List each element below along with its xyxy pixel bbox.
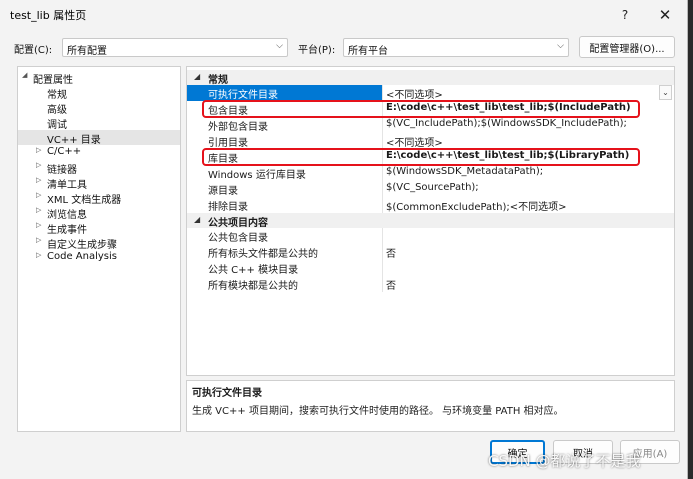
highlight-box-include-dirs xyxy=(202,100,640,118)
chevron-down-icon: ⌵ xyxy=(557,41,564,51)
collapsed-arrow-icon: ▷ xyxy=(36,161,42,169)
configuration-bar: 配置(C): 所有配置 ⌵ 平台(P): 所有平台 ⌵ 配置管理器(O)... xyxy=(0,36,687,58)
property-name: 源目录 xyxy=(187,181,383,197)
tree-item-label: VC++ 目录 xyxy=(47,135,101,146)
tree-item-label: Code Analysis xyxy=(47,251,117,262)
property-value[interactable] xyxy=(383,228,674,244)
highlight-box-library-dirs xyxy=(202,148,640,166)
close-icon[interactable]: ✕ xyxy=(650,3,680,27)
tree-item-config-properties[interactable]: ◢ 配置属性 xyxy=(18,70,180,86)
collapsed-arrow-icon: ▷ xyxy=(36,236,42,244)
config-select[interactable]: 所有配置 ⌵ xyxy=(62,38,288,57)
platform-select[interactable]: 所有平台 ⌵ xyxy=(343,38,569,57)
configuration-manager-button[interactable]: 配置管理器(O)... xyxy=(579,36,675,58)
tree-item-build-events[interactable]: ▷ 生成事件 xyxy=(18,220,180,236)
collapsed-arrow-icon: ▷ xyxy=(36,191,42,199)
property-value[interactable]: $(VC_SourcePath); xyxy=(383,181,674,197)
property-value[interactable]: $(CommonExcludePath);<不同选项> xyxy=(383,197,674,213)
property-name: 外部包含目录 xyxy=(187,117,383,133)
property-value[interactable]: 否 xyxy=(383,276,674,292)
property-value[interactable] xyxy=(383,260,674,276)
tree-item-general[interactable]: 常规 xyxy=(18,85,180,101)
chevron-down-icon: ⌵ xyxy=(276,41,283,51)
tree-item-manifest-tool[interactable]: ▷ 清单工具 xyxy=(18,175,180,191)
property-value[interactable]: <不同选项> xyxy=(383,85,674,101)
property-name: 排除目录 xyxy=(187,197,383,213)
property-name: Windows 运行库目录 xyxy=(187,165,383,181)
tree-item-label: 配置属性 xyxy=(33,75,73,86)
tree-item-c-cpp[interactable]: ▷ C/C++ xyxy=(18,145,180,160)
tree-item-label: C/C++ xyxy=(47,146,82,157)
category-label: 常规 xyxy=(208,75,228,86)
property-pages-dialog: test_lib 属性页 ? ✕ 配置(C): 所有配置 ⌵ 平台(P): 所有… xyxy=(0,0,688,479)
property-value[interactable]: $(VC_IncludePath);$(WindowsSDK_IncludePa… xyxy=(383,117,674,133)
category-general[interactable]: ◢ 常规 xyxy=(187,70,674,86)
property-tree: ◢ 配置属性 常规 高级 调试 VC++ 目录 ▷ C/C++ ▷ 链接器 ▷ … xyxy=(17,66,181,432)
tree-item-label: 清单工具 xyxy=(47,180,87,191)
tree-item-label: 链接器 xyxy=(47,165,77,176)
collapsed-arrow-icon: ▷ xyxy=(36,206,42,214)
property-row-executable-dirs[interactable]: 可执行文件目录 <不同选项> ⌄ xyxy=(187,85,674,101)
collapse-arrow-icon: ◢ xyxy=(194,215,201,224)
tree-item-xml-doc-generator[interactable]: ▷ XML 文档生成器 xyxy=(18,190,180,206)
tree-item-linker[interactable]: ▷ 链接器 xyxy=(18,160,180,176)
property-value[interactable]: $(WindowsSDK_MetadataPath); xyxy=(383,165,674,181)
window-title: test_lib 属性页 xyxy=(10,9,87,22)
collapsed-arrow-icon: ▷ xyxy=(36,221,42,229)
tree-item-custom-build-step[interactable]: ▷ 自定义生成步骤 xyxy=(18,235,180,251)
tree-item-label: 常规 xyxy=(47,90,67,101)
property-row-external-include-dirs[interactable]: 外部包含目录 $(VC_IncludePath);$(WindowsSDK_In… xyxy=(187,117,674,133)
property-value[interactable]: <不同选项> xyxy=(383,133,674,149)
property-row-public-cpp-module-dirs[interactable]: 公共 C++ 模块目录 xyxy=(187,260,674,276)
help-button[interactable]: ? xyxy=(610,3,640,27)
watermark: CSDN @都说了不是我 xyxy=(488,452,641,470)
property-row-all-modules-public[interactable]: 所有模块都是公共的 否 xyxy=(187,276,674,292)
property-row-all-headers-public[interactable]: 所有标头文件都是公共的 否 xyxy=(187,244,674,260)
property-name: 可执行文件目录 xyxy=(187,85,383,101)
property-row-public-include-dirs[interactable]: 公共包含目录 xyxy=(187,228,674,244)
config-select-value: 所有配置 xyxy=(67,46,107,57)
collapsed-arrow-icon: ▷ xyxy=(36,176,42,184)
chevron-down-icon[interactable]: ⌄ xyxy=(659,85,672,100)
platform-label: 平台(P): xyxy=(298,45,336,56)
tree-item-label: 自定义生成步骤 xyxy=(47,240,117,251)
category-label: 公共项目内容 xyxy=(208,218,268,229)
description-text: 生成 VC++ 项目期间，搜索可执行文件时使用的路径。 与环境变量 PATH 相… xyxy=(192,406,564,417)
property-value[interactable]: 否 xyxy=(383,244,674,260)
tree-item-vc-directories[interactable]: VC++ 目录 xyxy=(18,130,180,146)
description-title: 可执行文件目录 xyxy=(192,388,262,399)
property-grid: ◢ 常规 可执行文件目录 <不同选项> ⌄ 包含目录 E:\code\c++\t… xyxy=(186,66,675,376)
property-name: 引用目录 xyxy=(187,133,383,149)
tree-item-label: 生成事件 xyxy=(47,225,87,236)
collapse-arrow-icon: ◢ xyxy=(194,72,201,81)
property-name: 所有模块都是公共的 xyxy=(187,276,383,292)
tree-item-label: XML 文档生成器 xyxy=(47,195,122,206)
tree-item-label: 高级 xyxy=(47,105,67,116)
category-public-project-content[interactable]: ◢ 公共项目内容 xyxy=(187,213,674,229)
property-row-exclude-dirs[interactable]: 排除目录 $(CommonExcludePath);<不同选项> xyxy=(187,197,674,213)
config-label: 配置(C): xyxy=(14,45,53,56)
collapsed-arrow-icon: ▷ xyxy=(36,146,42,154)
tree-item-advanced[interactable]: 高级 xyxy=(18,100,180,116)
expanded-arrow-icon: ◢ xyxy=(22,71,28,79)
description-panel: 可执行文件目录 生成 VC++ 项目期间，搜索可执行文件时使用的路径。 与环境变… xyxy=(186,380,675,432)
property-row-windows-runtime-dirs[interactable]: Windows 运行库目录 $(WindowsSDK_MetadataPath)… xyxy=(187,165,674,181)
tree-item-label: 浏览信息 xyxy=(47,210,87,221)
property-name: 公共 C++ 模块目录 xyxy=(187,260,383,276)
background-editor-edge xyxy=(688,0,693,479)
tree-item-browse-info[interactable]: ▷ 浏览信息 xyxy=(18,205,180,221)
tree-item-debugging[interactable]: 调试 xyxy=(18,115,180,131)
property-row-reference-dirs[interactable]: 引用目录 <不同选项> xyxy=(187,133,674,149)
property-name: 公共包含目录 xyxy=(187,228,383,244)
property-name: 所有标头文件都是公共的 xyxy=(187,244,383,260)
tree-item-code-analysis[interactable]: ▷ Code Analysis xyxy=(18,250,180,265)
platform-select-value: 所有平台 xyxy=(348,46,388,57)
collapsed-arrow-icon: ▷ xyxy=(36,251,42,259)
tree-item-label: 调试 xyxy=(47,120,67,131)
property-row-source-dirs[interactable]: 源目录 $(VC_SourcePath); xyxy=(187,181,674,197)
title-bar: test_lib 属性页 ? ✕ xyxy=(0,0,687,30)
